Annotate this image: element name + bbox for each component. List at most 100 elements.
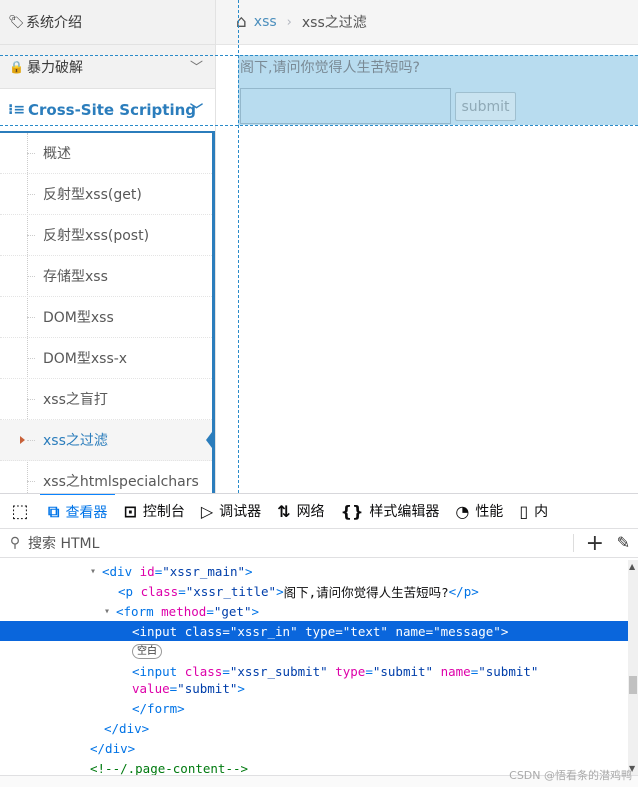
submenu-item[interactable]: 反射型xss(get)	[0, 174, 212, 215]
tree-node[interactable]: ▾ <div id = "xssr_main" >	[0, 561, 628, 581]
eyedropper-icon[interactable]: ✎	[617, 533, 630, 552]
submenu-item[interactable]: xss之htmlspecialchars	[0, 461, 212, 493]
tree-node: 空白	[0, 641, 628, 661]
tree-node[interactable]: </div>	[0, 718, 628, 738]
element-picker-icon[interactable]: ⬚	[0, 494, 40, 528]
sidebar-item-brute-force[interactable]: 🔒 暴力破解 ﹀	[0, 45, 215, 89]
scrollbar-thumb[interactable]	[629, 676, 637, 694]
caret-right-icon	[20, 436, 25, 444]
submenu-item-label: 反射型xss(post)	[43, 228, 150, 244]
tree-scrollbar[interactable]: ▲ ▼	[628, 560, 638, 775]
tree-connector	[27, 235, 35, 236]
tab-icon: ◔	[455, 501, 470, 521]
sidebar-item-label: 暴力破解	[27, 59, 83, 76]
submenu-item-label: DOM型xss	[43, 310, 114, 326]
tag-icon: 🏷	[8, 14, 25, 30]
search-icon: ⚲	[9, 535, 21, 551]
tree-node[interactable]: </form>	[0, 698, 628, 718]
tree-connector	[27, 317, 35, 318]
tree-connector	[27, 399, 35, 400]
submenu-item[interactable]: DOM型xss-x	[0, 338, 212, 379]
tab-icon: ▷	[200, 501, 214, 521]
tab-icon: {}	[340, 501, 364, 521]
tab-label: 内	[534, 504, 549, 520]
submenu-item-label: 反射型xss(get)	[43, 187, 142, 203]
sidebar: 🏷 系统介绍 🔒 暴力破解 ﹀ ⁝≡ Cross-Site Scripting …	[0, 0, 216, 493]
tab-icon: ⧉	[48, 502, 60, 521]
node-text: 阁下,请问你觉得人生苦短吗?	[283, 584, 449, 600]
submenu-item-label: 存储型xss	[43, 269, 108, 285]
tab-icon: ⇅	[277, 501, 291, 521]
breadcrumb-current: xss之过滤	[301, 15, 367, 31]
devtools-panel: ⬚ ⧉ 查看器 ⊡ 控制台 ▷ 调试器 ⇅ 网络{} 样式编辑器 ◔ 性能 ▯ 内 ⚲ 搜索 HTML …	[0, 493, 638, 787]
tree-node-selected[interactable]: <input class = "xssr_in" type = "text" name =…	[0, 621, 628, 641]
chevron-down-icon: ﹀	[189, 60, 203, 76]
breadcrumb-link[interactable]: xss	[254, 14, 277, 30]
tree-node[interactable]: value = "submit" >	[0, 678, 628, 698]
search-input[interactable]: 搜索 HTML	[28, 533, 99, 553]
devtools-tab[interactable]: {} 样式编辑器	[333, 494, 448, 528]
devtools-tab[interactable]: ▷ 调试器	[193, 494, 269, 528]
list-icon: ⁝≡	[8, 102, 26, 118]
tree-node[interactable]: <p class = "xssr_title" > 阁下,请问你觉得人生苦短吗? </p>	[0, 581, 628, 601]
submenu-item[interactable]: xss之盲打	[0, 379, 212, 420]
watermark: CSDN @悟看条的潜鸡鸭	[509, 769, 632, 782]
devtools-tab[interactable]: ⊡ 控制台	[115, 494, 192, 528]
tab-label: 控制台	[142, 504, 185, 520]
tree-connector	[27, 481, 35, 482]
submit-button[interactable]: submit	[455, 92, 516, 121]
guide-line	[0, 125, 638, 126]
submenu-item[interactable]: 概述	[0, 133, 212, 174]
tree-node[interactable]: ▾ <form method = "get" >	[0, 601, 628, 621]
sidebar-item-label: 系统介绍	[26, 15, 82, 31]
tree-connector	[27, 440, 35, 441]
tree-node[interactable]: </div>	[0, 738, 628, 758]
submenu-item[interactable]: 反射型xss(post)	[0, 215, 212, 256]
sidebar-item-label: Cross-Site Scripting	[28, 101, 197, 119]
guide-line	[0, 55, 638, 56]
tab-label: 网络	[296, 504, 325, 520]
submenu-item-label: DOM型xss-x	[43, 351, 128, 367]
sidebar-item-xss[interactable]: ⁝≡ Cross-Site Scripting ﹀	[0, 89, 215, 133]
devtools-tab[interactable]: ◔ 性能	[447, 494, 511, 528]
lock-icon: 🔒	[9, 59, 24, 74]
xss-submenu: 概述反射型xss(get) 反射型xss(post) 存储型xss DOM型xss DO…	[0, 133, 215, 493]
scroll-up-icon[interactable]: ▲	[629, 562, 635, 571]
devtools-tab[interactable]: ⧉ 查看器	[40, 494, 116, 528]
markup-tree: ▾ <div id = "xssr_main" > <p class = "xssr_tit…	[0, 560, 628, 775]
breadcrumb-separator: ›	[286, 14, 292, 30]
tree-connector	[27, 276, 35, 277]
devtools-tab[interactable]: ▯ 内	[511, 494, 556, 528]
tree-connector	[27, 194, 35, 195]
submenu-item[interactable]: DOM型xss	[0, 297, 212, 338]
submenu-item-label: xss之htmlspecialchars	[43, 474, 199, 490]
tab-icon: ▯	[519, 501, 529, 521]
whitespace-badge[interactable]: 空白	[132, 643, 162, 659]
tab-label: 查看器	[65, 505, 108, 521]
screen: 🏷 系统介绍 🔒 暴力破解 ﹀ ⁝≡ Cross-Site Scripting …	[0, 0, 638, 787]
tab-label: 样式编辑器	[369, 504, 440, 520]
tree-connector	[27, 358, 35, 359]
guide-line	[238, 0, 239, 493]
message-input[interactable]	[240, 88, 451, 124]
submenu-item[interactable]: 存储型xss	[0, 256, 212, 297]
chevron-down-icon: ﹀	[189, 103, 203, 119]
submenu-item-label: xss之盲打	[43, 392, 108, 408]
submenu-item-label: 概述	[43, 146, 71, 162]
web-page: 🏷 系统介绍 🔒 暴力破解 ﹀ ⁝≡ Cross-Site Scripting …	[0, 0, 638, 493]
xssr-title: 阁下,请问你觉得人生苦短吗?	[240, 60, 420, 76]
add-node-icon[interactable]: +	[586, 531, 604, 556]
breadcrumb: ⌂ xss › xss之过滤	[216, 0, 638, 45]
devtools-toolbar: ⬚ ⧉ 查看器 ⊡ 控制台 ▷ 调试器 ⇅ 网络{} 样式编辑器 ◔ 性能 ▯ 内	[0, 493, 638, 529]
tree-connector	[27, 153, 35, 154]
divider	[573, 534, 574, 552]
active-indicator-icon	[206, 428, 212, 452]
sidebar-item-system-intro[interactable]: 🏷 系统介绍	[0, 0, 215, 45]
tab-label: 调试器	[219, 504, 262, 520]
tab-label: 性能	[475, 504, 504, 520]
html-search: ⚲ 搜索 HTML + ✎	[0, 529, 638, 558]
tab-icon: ⊡	[123, 501, 137, 521]
submenu-item-label: xss之过滤	[43, 433, 108, 449]
devtools-tab[interactable]: ⇅ 网络	[269, 494, 332, 528]
submenu-item[interactable]: xss之过滤	[0, 420, 212, 461]
